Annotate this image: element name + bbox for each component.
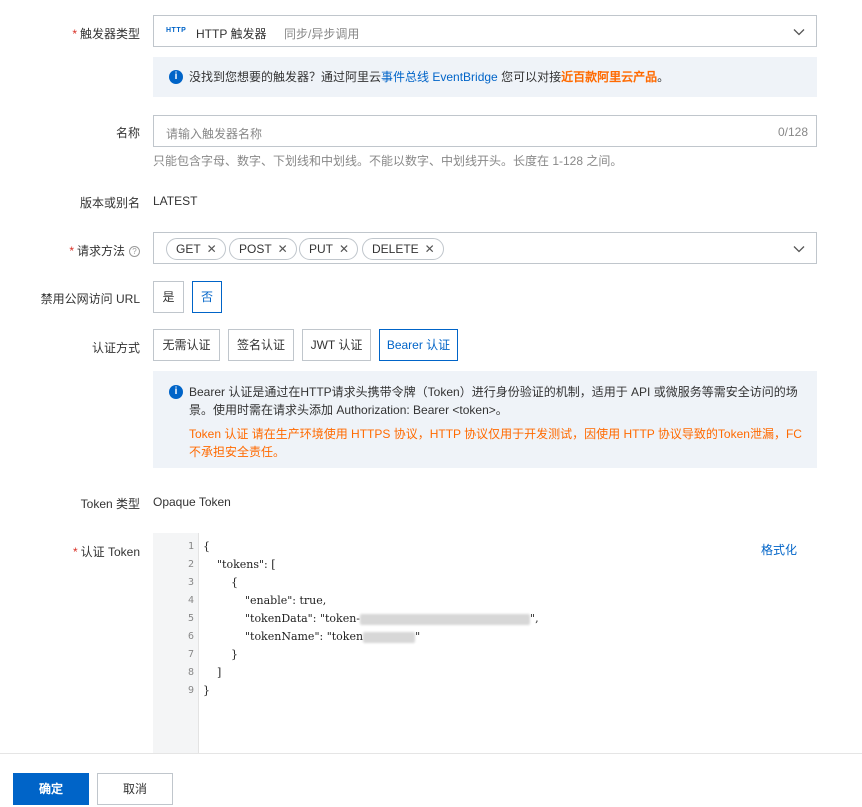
cancel-button[interactable]: 取消 xyxy=(97,773,173,805)
line-number: 4 xyxy=(187,595,194,606)
token-code-editor[interactable]: 1 2 3 4 5 6 7 8 9 { "tokens": [ { "enabl… xyxy=(153,533,817,753)
code-line: "tokenName": "token " xyxy=(203,630,421,643)
bearer-notice-text: Bearer 认证是通过在HTTP请求头携带令牌（Token）进行身份验证的机制… xyxy=(189,385,798,417)
auth-jwt-button[interactable]: JWT 认证 xyxy=(302,329,371,361)
code-line: } xyxy=(203,684,210,697)
disable-url-no-button[interactable]: 否 xyxy=(192,281,222,313)
token-type-value: Opaque Token xyxy=(153,495,231,509)
method-tag-put: PUT ✕ xyxy=(299,238,358,260)
close-icon[interactable]: ✕ xyxy=(278,239,288,259)
name-label: 名称 xyxy=(115,126,140,140)
method-tag-post: POST ✕ xyxy=(229,238,297,260)
question-circle-icon[interactable]: ? xyxy=(129,246,140,258)
method-tag-get: GET ✕ xyxy=(166,238,226,260)
eventbridge-notice-text: 没找到您想要的触发器？通过阿里云事件总线 EventBridge 您可以对接近百… xyxy=(189,70,670,84)
line-number: 8 xyxy=(187,667,194,678)
info-icon: i xyxy=(169,70,183,84)
trigger-type-value: HTTP 触发器 xyxy=(196,27,267,41)
name-char-counter: 0/128 xyxy=(777,125,808,139)
code-line: } xyxy=(203,648,238,661)
trigger-type-description: 同步/异步调用 xyxy=(284,27,360,41)
info-icon: i xyxy=(169,385,183,399)
line-number: 1 xyxy=(187,541,194,552)
products-link[interactable]: 近百款阿里云产品 xyxy=(561,70,657,84)
name-help-text: 只能包含字母、数字、下划线和中划线。不能以数字、中划线开头。长度在 1-128 … xyxy=(153,154,623,168)
http-icon: HTTP xyxy=(166,27,187,34)
line-number: 9 xyxy=(187,685,194,696)
chevron-down-icon xyxy=(793,29,805,36)
redacted-token-name xyxy=(363,631,416,643)
code-line: { xyxy=(203,540,210,553)
confirm-button[interactable]: 确定 xyxy=(13,773,89,805)
line-number: 2 xyxy=(187,559,194,570)
code-line: "tokenData": "token- ", xyxy=(203,612,539,625)
auth-bearer-button[interactable]: Bearer 认证 xyxy=(379,329,458,361)
disable-public-url-label: 禁用公网访问 URL xyxy=(40,292,140,306)
version-label: 版本或别名 xyxy=(79,196,140,210)
line-number-gutter: 1 2 3 4 5 6 7 8 9 xyxy=(153,533,199,753)
auth-none-button[interactable]: 无需认证 xyxy=(153,329,220,361)
trigger-type-label: * 触发器类型 xyxy=(72,27,140,41)
auth-method-label: 认证方式 xyxy=(91,341,140,355)
code-line: { xyxy=(203,576,238,589)
disable-url-yes-button[interactable]: 是 xyxy=(153,281,184,313)
eventbridge-link[interactable]: 事件总线 EventBridge xyxy=(381,70,498,84)
request-method-select[interactable]: GET ✕ POST ✕ PUT ✕ DELETE ✕ xyxy=(153,232,817,264)
eventbridge-notice: i 没找到您想要的触发器？通过阿里云事件总线 EventBridge 您可以对接… xyxy=(153,57,817,97)
line-number: 3 xyxy=(187,577,194,588)
token-type-label: Token 类型 xyxy=(80,497,140,511)
version-value: LATEST xyxy=(153,194,198,208)
name-input[interactable]: 请输入触发器名称 0/128 xyxy=(153,115,817,147)
bearer-notice: i Bearer 认证是通过在HTTP请求头携带令牌（Token）进行身份验证的… xyxy=(153,371,817,468)
request-method-label: * 请求方法? xyxy=(69,242,140,259)
line-number: 5 xyxy=(187,613,194,624)
close-icon[interactable]: ✕ xyxy=(425,239,435,259)
line-number: 6 xyxy=(187,631,194,642)
close-icon[interactable]: ✕ xyxy=(339,239,349,259)
trigger-type-select[interactable]: HTTP HTTP 触发器 同步/异步调用 xyxy=(153,15,817,47)
bearer-warning-text: Token 认证 请在生产环境使用 HTTPS 协议，HTTP 协议仅用于开发测… xyxy=(189,427,802,459)
line-number: 7 xyxy=(187,649,194,660)
close-icon[interactable]: ✕ xyxy=(207,239,217,259)
auth-token-label: * 认证 Token xyxy=(72,545,140,559)
code-line: ] xyxy=(203,666,222,679)
chevron-down-icon xyxy=(793,246,805,253)
name-placeholder: 请输入触发器名称 xyxy=(166,127,263,141)
auth-signature-button[interactable]: 签名认证 xyxy=(228,329,294,361)
format-button[interactable]: 格式化 xyxy=(761,541,797,558)
method-tag-delete: DELETE ✕ xyxy=(362,238,444,260)
code-line: "enable": true, xyxy=(203,594,327,607)
redacted-token-data xyxy=(360,613,531,625)
form-footer: 确定 取消 xyxy=(0,753,862,807)
code-line: "tokens": [ xyxy=(203,558,276,571)
